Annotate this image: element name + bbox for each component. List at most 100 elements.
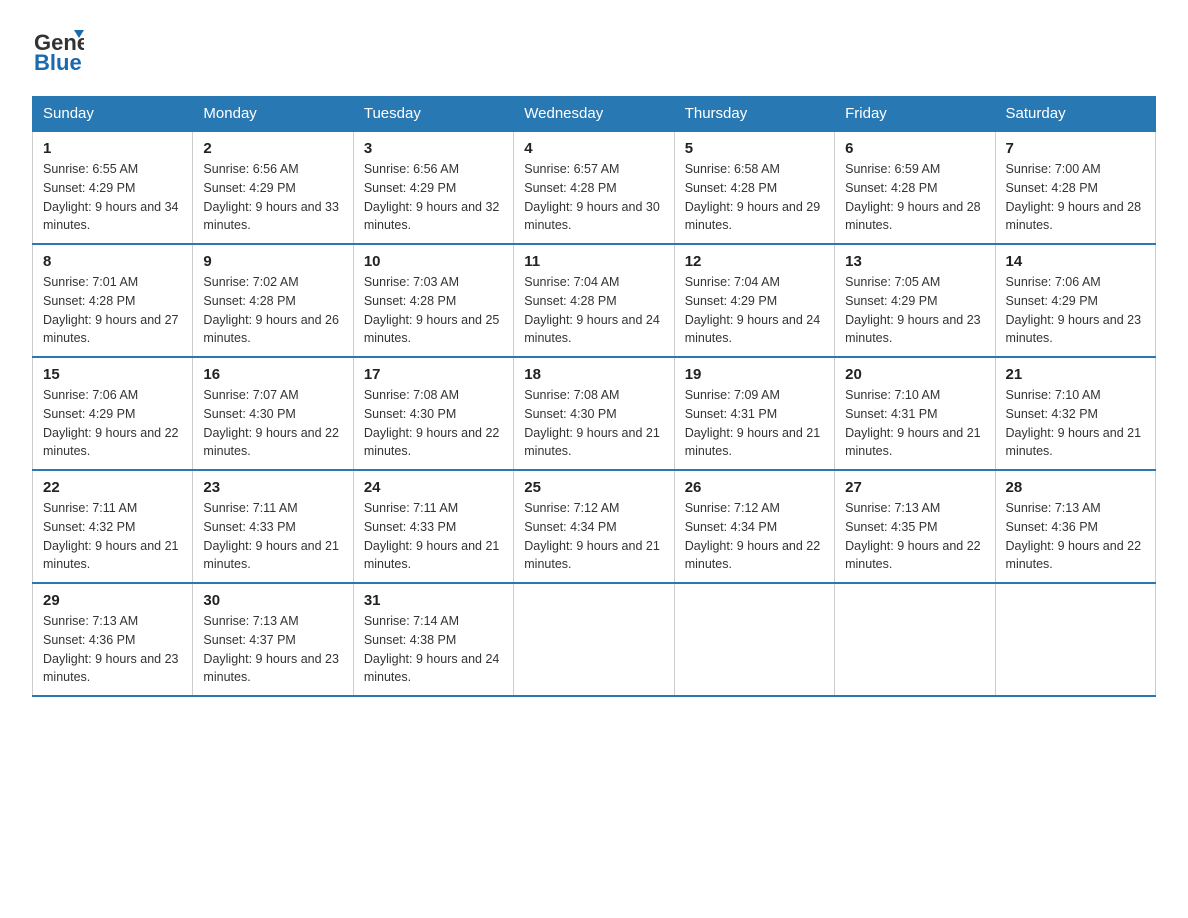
day-number: 29 [43, 592, 182, 609]
calendar-day-cell: 9 Sunrise: 7:02 AMSunset: 4:28 PMDayligh… [193, 244, 353, 357]
day-info: Sunrise: 7:01 AMSunset: 4:28 PMDaylight:… [43, 275, 179, 345]
day-number: 3 [364, 140, 503, 157]
calendar-day-cell: 18 Sunrise: 7:08 AMSunset: 4:30 PMDaylig… [514, 357, 674, 470]
calendar-table: SundayMondayTuesdayWednesdayThursdayFrid… [32, 96, 1156, 697]
calendar-day-cell [995, 583, 1155, 696]
day-number: 28 [1006, 479, 1145, 496]
calendar-day-cell [674, 583, 834, 696]
day-number: 20 [845, 366, 984, 383]
day-number: 15 [43, 366, 182, 383]
day-info: Sunrise: 7:09 AMSunset: 4:31 PMDaylight:… [685, 388, 821, 458]
calendar-day-cell [514, 583, 674, 696]
day-of-week-header: Wednesday [514, 97, 674, 132]
day-info: Sunrise: 7:03 AMSunset: 4:28 PMDaylight:… [364, 275, 500, 345]
calendar-day-cell: 6 Sunrise: 6:59 AMSunset: 4:28 PMDayligh… [835, 131, 995, 244]
day-number: 7 [1006, 140, 1145, 157]
day-number: 24 [364, 479, 503, 496]
day-info: Sunrise: 7:13 AMSunset: 4:36 PMDaylight:… [1006, 501, 1142, 571]
day-info: Sunrise: 7:08 AMSunset: 4:30 PMDaylight:… [364, 388, 500, 458]
day-info: Sunrise: 7:08 AMSunset: 4:30 PMDaylight:… [524, 388, 660, 458]
day-info: Sunrise: 7:11 AMSunset: 4:33 PMDaylight:… [203, 501, 339, 571]
calendar-week-row: 29 Sunrise: 7:13 AMSunset: 4:36 PMDaylig… [33, 583, 1156, 696]
day-info: Sunrise: 7:14 AMSunset: 4:38 PMDaylight:… [364, 614, 500, 684]
day-number: 10 [364, 253, 503, 270]
calendar-day-cell: 15 Sunrise: 7:06 AMSunset: 4:29 PMDaylig… [33, 357, 193, 470]
day-info: Sunrise: 7:13 AMSunset: 4:37 PMDaylight:… [203, 614, 339, 684]
day-info: Sunrise: 7:06 AMSunset: 4:29 PMDaylight:… [43, 388, 179, 458]
calendar-week-row: 15 Sunrise: 7:06 AMSunset: 4:29 PMDaylig… [33, 357, 1156, 470]
day-number: 31 [364, 592, 503, 609]
day-number: 6 [845, 140, 984, 157]
day-number: 18 [524, 366, 663, 383]
calendar-day-cell: 19 Sunrise: 7:09 AMSunset: 4:31 PMDaylig… [674, 357, 834, 470]
day-info: Sunrise: 7:11 AMSunset: 4:33 PMDaylight:… [364, 501, 500, 571]
calendar-day-cell: 10 Sunrise: 7:03 AMSunset: 4:28 PMDaylig… [353, 244, 513, 357]
day-info: Sunrise: 7:13 AMSunset: 4:36 PMDaylight:… [43, 614, 179, 684]
day-of-week-header: Friday [835, 97, 995, 132]
calendar-day-cell: 13 Sunrise: 7:05 AMSunset: 4:29 PMDaylig… [835, 244, 995, 357]
day-info: Sunrise: 7:11 AMSunset: 4:32 PMDaylight:… [43, 501, 179, 571]
day-number: 13 [845, 253, 984, 270]
day-info: Sunrise: 7:07 AMSunset: 4:30 PMDaylight:… [203, 388, 339, 458]
day-number: 12 [685, 253, 824, 270]
calendar-day-cell: 8 Sunrise: 7:01 AMSunset: 4:28 PMDayligh… [33, 244, 193, 357]
day-number: 2 [203, 140, 342, 157]
calendar-day-cell: 5 Sunrise: 6:58 AMSunset: 4:28 PMDayligh… [674, 131, 834, 244]
day-of-week-header: Thursday [674, 97, 834, 132]
calendar-day-cell: 29 Sunrise: 7:13 AMSunset: 4:36 PMDaylig… [33, 583, 193, 696]
day-number: 23 [203, 479, 342, 496]
calendar-day-cell: 12 Sunrise: 7:04 AMSunset: 4:29 PMDaylig… [674, 244, 834, 357]
calendar-day-cell: 14 Sunrise: 7:06 AMSunset: 4:29 PMDaylig… [995, 244, 1155, 357]
day-info: Sunrise: 7:10 AMSunset: 4:31 PMDaylight:… [845, 388, 981, 458]
logo-icon: General Blue [32, 24, 84, 76]
calendar-day-cell: 31 Sunrise: 7:14 AMSunset: 4:38 PMDaylig… [353, 583, 513, 696]
day-info: Sunrise: 7:06 AMSunset: 4:29 PMDaylight:… [1006, 275, 1142, 345]
calendar-day-cell: 3 Sunrise: 6:56 AMSunset: 4:29 PMDayligh… [353, 131, 513, 244]
day-info: Sunrise: 7:12 AMSunset: 4:34 PMDaylight:… [524, 501, 660, 571]
day-number: 22 [43, 479, 182, 496]
calendar-week-row: 22 Sunrise: 7:11 AMSunset: 4:32 PMDaylig… [33, 470, 1156, 583]
calendar-day-cell: 1 Sunrise: 6:55 AMSunset: 4:29 PMDayligh… [33, 131, 193, 244]
day-number: 16 [203, 366, 342, 383]
day-number: 30 [203, 592, 342, 609]
day-info: Sunrise: 7:04 AMSunset: 4:29 PMDaylight:… [685, 275, 821, 345]
calendar-day-cell: 7 Sunrise: 7:00 AMSunset: 4:28 PMDayligh… [995, 131, 1155, 244]
day-info: Sunrise: 7:13 AMSunset: 4:35 PMDaylight:… [845, 501, 981, 571]
day-number: 1 [43, 140, 182, 157]
day-info: Sunrise: 6:55 AMSunset: 4:29 PMDaylight:… [43, 162, 179, 232]
calendar-day-cell: 4 Sunrise: 6:57 AMSunset: 4:28 PMDayligh… [514, 131, 674, 244]
logo: General Blue [32, 24, 86, 76]
day-of-week-header: Sunday [33, 97, 193, 132]
calendar-day-cell: 16 Sunrise: 7:07 AMSunset: 4:30 PMDaylig… [193, 357, 353, 470]
day-number: 21 [1006, 366, 1145, 383]
calendar-day-cell: 2 Sunrise: 6:56 AMSunset: 4:29 PMDayligh… [193, 131, 353, 244]
day-number: 26 [685, 479, 824, 496]
day-info: Sunrise: 7:12 AMSunset: 4:34 PMDaylight:… [685, 501, 821, 571]
day-number: 4 [524, 140, 663, 157]
calendar-day-cell: 24 Sunrise: 7:11 AMSunset: 4:33 PMDaylig… [353, 470, 513, 583]
day-info: Sunrise: 6:58 AMSunset: 4:28 PMDaylight:… [685, 162, 821, 232]
day-info: Sunrise: 6:59 AMSunset: 4:28 PMDaylight:… [845, 162, 981, 232]
calendar-header-row: SundayMondayTuesdayWednesdayThursdayFrid… [33, 97, 1156, 132]
svg-text:Blue: Blue [34, 50, 82, 75]
day-number: 11 [524, 253, 663, 270]
calendar-day-cell: 25 Sunrise: 7:12 AMSunset: 4:34 PMDaylig… [514, 470, 674, 583]
day-info: Sunrise: 7:05 AMSunset: 4:29 PMDaylight:… [845, 275, 981, 345]
page-header: General Blue [32, 24, 1156, 76]
day-of-week-header: Monday [193, 97, 353, 132]
day-info: Sunrise: 7:02 AMSunset: 4:28 PMDaylight:… [203, 275, 339, 345]
day-number: 14 [1006, 253, 1145, 270]
calendar-day-cell: 23 Sunrise: 7:11 AMSunset: 4:33 PMDaylig… [193, 470, 353, 583]
calendar-day-cell: 21 Sunrise: 7:10 AMSunset: 4:32 PMDaylig… [995, 357, 1155, 470]
day-number: 19 [685, 366, 824, 383]
day-of-week-header: Saturday [995, 97, 1155, 132]
day-info: Sunrise: 6:56 AMSunset: 4:29 PMDaylight:… [364, 162, 500, 232]
calendar-day-cell: 11 Sunrise: 7:04 AMSunset: 4:28 PMDaylig… [514, 244, 674, 357]
day-number: 5 [685, 140, 824, 157]
day-info: Sunrise: 6:56 AMSunset: 4:29 PMDaylight:… [203, 162, 339, 232]
calendar-week-row: 1 Sunrise: 6:55 AMSunset: 4:29 PMDayligh… [33, 131, 1156, 244]
calendar-day-cell: 26 Sunrise: 7:12 AMSunset: 4:34 PMDaylig… [674, 470, 834, 583]
calendar-day-cell [835, 583, 995, 696]
day-info: Sunrise: 7:10 AMSunset: 4:32 PMDaylight:… [1006, 388, 1142, 458]
day-info: Sunrise: 7:04 AMSunset: 4:28 PMDaylight:… [524, 275, 660, 345]
